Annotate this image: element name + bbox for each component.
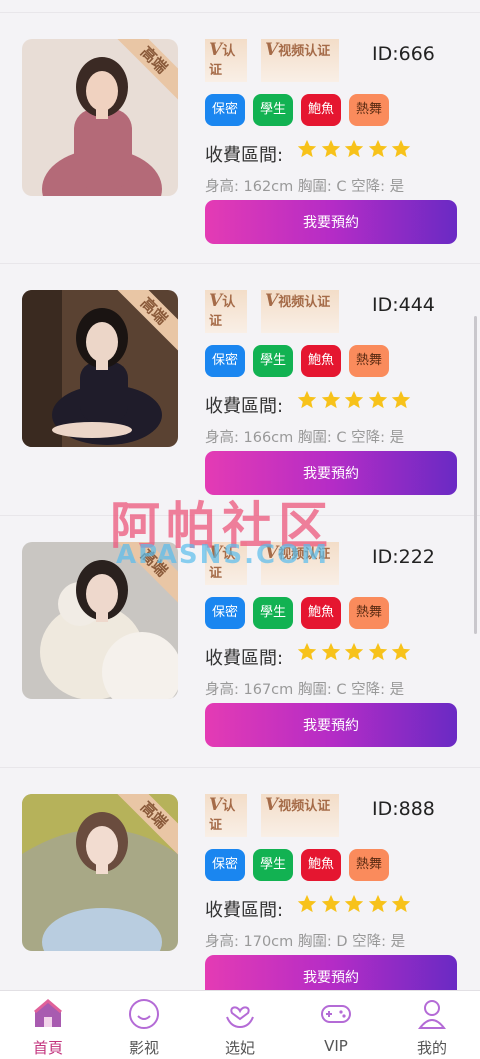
profile-card[interactable]: 高端 V认证 V视频认证 ID:222 保密 學生 鮑魚 熱舞收費區間: 身高: 167cm 胸… bbox=[0, 516, 480, 768]
profile-id: ID:666 bbox=[372, 43, 435, 65]
profile-list: 高端 V认证 V视频认证 ID:666 保密 學生 鮑魚 熱舞 收費區間: 身高: 162cm 胸… bbox=[0, 0, 480, 990]
identity-verified-badge: V认证 bbox=[205, 794, 247, 837]
profile-photo[interactable]: 高端 bbox=[22, 794, 178, 951]
video-verified-badge: V视频认证 bbox=[261, 794, 339, 837]
scrollbar[interactable] bbox=[474, 316, 477, 634]
tag-1[interactable]: 保密 bbox=[205, 597, 245, 629]
profile-card[interactable]: 高端 V认证 V视频认证 ID:444 保密 學生 鮑魚 熱舞收費區間: 身高: 166cm 胸… bbox=[0, 264, 480, 516]
tag-4[interactable]: 熱舞 bbox=[349, 597, 389, 629]
tag-1[interactable]: 保密 bbox=[205, 94, 245, 126]
identity-verified-badge: V认证 bbox=[205, 290, 247, 333]
star-icon bbox=[367, 641, 389, 663]
fee-range-label: 收費區間: bbox=[205, 396, 284, 417]
profile-id: ID:222 bbox=[372, 546, 435, 568]
identity-verified-badge: V认证 bbox=[205, 39, 247, 82]
star-icon bbox=[343, 389, 365, 411]
profile-stats: 身高: 170cm 胸圍: D 空降: 是 bbox=[205, 934, 406, 950]
profile-stats: 身高: 167cm 胸圍: C 空降: 是 bbox=[205, 682, 405, 698]
star-icon bbox=[390, 641, 412, 663]
tag-1[interactable]: 保密 bbox=[205, 849, 245, 881]
star-icon bbox=[390, 389, 412, 411]
star-icon bbox=[296, 138, 318, 160]
tab-home[interactable]: 首頁 bbox=[0, 991, 96, 1059]
profile-card[interactable]: 高端 V认证 V视频认证 ID:888 保密 學生 鮑魚 熱舞收費區間: 身高: 170cm 胸… bbox=[0, 768, 480, 990]
book-button[interactable]: 我要預約 bbox=[205, 955, 457, 990]
tab-gamepad[interactable]: VIP bbox=[288, 991, 384, 1059]
profile-id: ID:888 bbox=[372, 798, 435, 820]
star-icon bbox=[320, 138, 342, 160]
star-icon bbox=[367, 389, 389, 411]
fee-range-label: 收費區間: bbox=[205, 900, 284, 921]
tag-1[interactable]: 保密 bbox=[205, 345, 245, 377]
profile-card[interactable]: 高端 V认证 V视频认证 ID:666 保密 學生 鮑魚 熱舞收費區間: 身高: 162cm 胸… bbox=[0, 12, 480, 264]
tag-3[interactable]: 鮑魚 bbox=[301, 94, 341, 126]
star-icon bbox=[343, 893, 365, 915]
tag-4[interactable]: 熱舞 bbox=[349, 345, 389, 377]
book-button[interactable]: 我要預約 bbox=[205, 451, 457, 495]
tab-label: 首頁 bbox=[32, 1039, 63, 1057]
tag-2[interactable]: 學生 bbox=[253, 94, 293, 126]
star-icon bbox=[296, 893, 318, 915]
tag-3[interactable]: 鮑魚 bbox=[301, 849, 341, 881]
tab-user[interactable]: 我的 bbox=[384, 991, 480, 1059]
profile-stats: 身高: 166cm 胸圍: C 空降: 是 bbox=[205, 430, 405, 446]
tab-label: 选妃 bbox=[224, 1039, 255, 1057]
tag-4[interactable]: 熱舞 bbox=[349, 849, 389, 881]
book-button[interactable]: 我要預約 bbox=[205, 200, 457, 244]
star-icon bbox=[367, 893, 389, 915]
fee-range-label: 收費區間: bbox=[205, 145, 284, 166]
video-verified-badge: V视频认证 bbox=[261, 39, 339, 82]
profile-stats: 身高: 162cm 胸圍: C 空降: 是 bbox=[205, 179, 405, 195]
star-icon bbox=[320, 893, 342, 915]
star-icon bbox=[320, 389, 342, 411]
profile-photo[interactable]: 高端 bbox=[22, 39, 178, 196]
star-icon bbox=[343, 641, 365, 663]
tag-3[interactable]: 鮑魚 bbox=[301, 597, 341, 629]
tab-heart-hands[interactable]: 选妃 bbox=[192, 991, 288, 1059]
star-icon bbox=[320, 641, 342, 663]
fee-range-label: 收費區間: bbox=[205, 648, 284, 669]
video-verified-badge: V视频认证 bbox=[261, 290, 339, 333]
tag-3[interactable]: 鮑魚 bbox=[301, 345, 341, 377]
star-icon bbox=[296, 641, 318, 663]
profile-photo[interactable]: 高端 bbox=[22, 290, 178, 447]
tag-2[interactable]: 學生 bbox=[253, 597, 293, 629]
star-icon bbox=[390, 893, 412, 915]
star-icon bbox=[390, 138, 412, 160]
tab-label: 我的 bbox=[416, 1039, 447, 1057]
book-button[interactable]: 我要預約 bbox=[205, 703, 457, 747]
identity-verified-badge: V认证 bbox=[205, 542, 247, 585]
star-icon bbox=[343, 138, 365, 160]
tag-2[interactable]: 學生 bbox=[253, 849, 293, 881]
tab-label: VIP bbox=[324, 1037, 348, 1055]
tag-2[interactable]: 學生 bbox=[253, 345, 293, 377]
star-icon bbox=[367, 138, 389, 160]
tab-label: 影视 bbox=[128, 1039, 159, 1057]
tab-smile[interactable]: 影视 bbox=[96, 991, 192, 1059]
video-verified-badge: V视频认证 bbox=[261, 542, 339, 585]
tag-4[interactable]: 熱舞 bbox=[349, 94, 389, 126]
profile-photo[interactable]: 高端 bbox=[22, 542, 178, 699]
profile-id: ID:444 bbox=[372, 294, 435, 316]
star-icon bbox=[296, 389, 318, 411]
bottom-tab-bar: 首頁 影视 选妃 VIP 我的 bbox=[0, 990, 480, 1059]
